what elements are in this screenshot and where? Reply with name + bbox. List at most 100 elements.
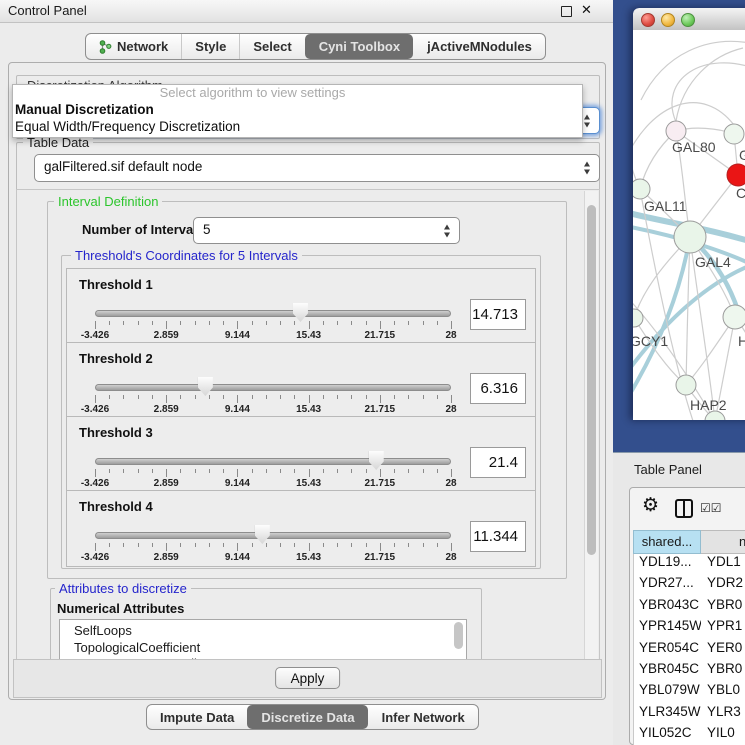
cell-shared-name: YBR043C bbox=[634, 597, 701, 618]
cell-shared-name: YLR345W bbox=[634, 704, 701, 725]
threshold-value-field[interactable] bbox=[470, 373, 526, 404]
threshold-panel: Threshold 4 -3.4262.8599.14415.4321.71528 bbox=[66, 490, 536, 567]
table-row[interactable]: YPR145WYPR1 bbox=[634, 618, 745, 639]
slider-thumb[interactable] bbox=[369, 451, 384, 470]
threshold-panel: Threshold 2-3.4262.8599.14415.4321.71528 bbox=[66, 342, 536, 419]
threshold-value-field[interactable] bbox=[470, 521, 526, 552]
cell-name: YBL0 bbox=[701, 682, 745, 703]
threshold-slider[interactable]: -3.4262.8599.14415.4321.71528 bbox=[95, 373, 451, 409]
threshold-label: Threshold 4 bbox=[79, 499, 153, 514]
close-traffic-light-icon[interactable] bbox=[641, 13, 655, 27]
table-panel-title: Table Panel bbox=[634, 462, 702, 477]
network-node-label: GCY1 bbox=[633, 333, 668, 349]
threshold-panel: Threshold 3-3.4262.8599.14415.4321.71528 bbox=[66, 416, 536, 493]
cell-shared-name: YDL19... bbox=[634, 554, 701, 575]
table-row[interactable]: YBL079WYBL0 bbox=[634, 682, 745, 703]
popup-option-manual-discretization[interactable]: Manual Discretization bbox=[13, 101, 582, 118]
combo-stepper-icon bbox=[583, 161, 592, 176]
network-edge[interactable] bbox=[686, 317, 735, 385]
close-icon[interactable]: ✕ bbox=[581, 2, 592, 18]
threshold-slider[interactable]: -3.4262.8599.14415.4321.71528 bbox=[95, 447, 451, 483]
network-edge[interactable] bbox=[672, 63, 745, 122]
attribute-item-selfloops[interactable]: SelfLoops bbox=[60, 623, 466, 640]
tab-label: Cyni Toolbox bbox=[319, 39, 400, 54]
slider-thumb[interactable] bbox=[198, 377, 213, 396]
table-row[interactable]: YBR043CYBR0 bbox=[634, 597, 745, 618]
settings-vertical-scrollbar[interactable] bbox=[584, 191, 598, 659]
slider-ticks bbox=[95, 395, 451, 404]
popup-items: Manual DiscretizationEqual Width/Frequen… bbox=[13, 101, 582, 135]
tab-infer-network[interactable]: Infer Network bbox=[368, 705, 478, 729]
network-node-label: HAP2 bbox=[690, 397, 727, 413]
network-window-titlebar bbox=[633, 8, 745, 31]
tab-jactivemnodules[interactable]: jActiveMNodules bbox=[413, 34, 545, 59]
network-node-ga[interactable] bbox=[724, 124, 744, 144]
tab-network[interactable]: Network bbox=[86, 34, 181, 59]
settings-scrollbar-thumb[interactable] bbox=[587, 205, 596, 555]
tab-select[interactable]: Select bbox=[239, 34, 304, 59]
network-node-hap2[interactable] bbox=[676, 375, 696, 395]
tab-label: Select bbox=[253, 39, 291, 54]
list-scrollbar-thumb[interactable] bbox=[454, 622, 463, 649]
slider-track[interactable] bbox=[95, 532, 451, 539]
number-of-intervals-value: 5 bbox=[203, 222, 211, 237]
table-panel: Table Panel ⚙ ☑☑ shared... n YDL19...YDL… bbox=[613, 452, 745, 745]
cell-name: YDL1 bbox=[701, 554, 745, 575]
attribute-items: SelfLoopsTopologicalCoefficientBetweenne… bbox=[60, 620, 466, 661]
table-data-group: Table Data galFiltered.sif default node bbox=[16, 142, 600, 191]
network-canvas[interactable]: GAL80GACGAL11GAL4GCY1HHAP2 bbox=[633, 30, 745, 420]
threshold-value-field[interactable] bbox=[470, 447, 526, 478]
minimize-traffic-light-icon[interactable] bbox=[661, 13, 675, 27]
table-row[interactable]: YLR345WYLR3 bbox=[634, 704, 745, 725]
split-columns-icon[interactable] bbox=[675, 499, 693, 518]
slider-thumb[interactable] bbox=[255, 525, 270, 544]
network-graph[interactable]: GAL80GACGAL11GAL4GCY1HHAP2 bbox=[633, 30, 745, 420]
slider-track[interactable] bbox=[95, 458, 451, 465]
attribute-item-topologicalcoefficient[interactable]: TopologicalCoefficient bbox=[60, 640, 466, 657]
float-window-icon[interactable] bbox=[561, 6, 572, 17]
network-node-c[interactable] bbox=[727, 164, 745, 186]
network-node-gal4[interactable] bbox=[674, 221, 706, 253]
number-of-intervals-combobox[interactable]: 5 bbox=[193, 217, 460, 244]
cyni-toolbox-content: Discretization Algorithm Table Data galF… bbox=[8, 62, 606, 700]
zoom-traffic-light-icon[interactable] bbox=[681, 13, 695, 27]
popup-option-equal-width-frequency-discretization[interactable]: Equal Width/Frequency Discretization bbox=[13, 118, 582, 135]
cell-shared-name: YER054C bbox=[634, 640, 701, 661]
network-node-gal11[interactable] bbox=[633, 179, 650, 199]
column-checkboxes-icon[interactable]: ☑☑ bbox=[700, 501, 722, 515]
attributes-group-title: Attributes to discretize bbox=[55, 581, 191, 596]
list-scrollbar[interactable] bbox=[453, 622, 464, 661]
threshold-value-field[interactable] bbox=[470, 299, 526, 330]
table-row[interactable]: YIL052CYIL0 bbox=[634, 725, 745, 745]
tab-cyni-toolbox[interactable]: Cyni Toolbox bbox=[305, 34, 413, 59]
table-data-combobox[interactable]: galFiltered.sif default node bbox=[34, 154, 600, 182]
numerical-attributes-list[interactable]: SelfLoopsTopologicalCoefficientBetweenne… bbox=[59, 619, 467, 661]
tab-impute-data[interactable]: Impute Data bbox=[147, 705, 247, 729]
tab-style[interactable]: Style bbox=[181, 34, 239, 59]
tab-discretize-data[interactable]: Discretize Data bbox=[247, 705, 367, 729]
column-header-shared-name[interactable]: shared... bbox=[633, 530, 701, 554]
settings-scrollpane: Interval Definition Number of Intervals … bbox=[16, 189, 600, 661]
table-row[interactable]: YER054CYER0 bbox=[634, 640, 745, 661]
column-header-name[interactable]: n bbox=[701, 530, 745, 554]
table-row[interactable]: YDR27...YDR2 bbox=[634, 575, 745, 596]
network-node-gcy1[interactable] bbox=[633, 309, 643, 327]
slider-track[interactable] bbox=[95, 384, 451, 391]
network-node-gal80[interactable] bbox=[666, 121, 686, 141]
apply-button[interactable]: Apply bbox=[275, 667, 341, 689]
network-edge[interactable] bbox=[676, 48, 743, 121]
threshold-label: Threshold 1 bbox=[79, 277, 153, 292]
control-panel-titlebar: Control Panel ✕ bbox=[0, 0, 613, 23]
network-node-h[interactable] bbox=[723, 305, 745, 329]
threshold-slider[interactable]: -3.4262.8599.14415.4321.71528 bbox=[95, 521, 451, 557]
table-row[interactable]: YDL19...YDL1 bbox=[634, 554, 745, 575]
network-node-label: H bbox=[738, 333, 745, 349]
numerical-attributes-label: Numerical Attributes bbox=[57, 601, 184, 616]
threshold-slider[interactable]: -3.4262.8599.14415.4321.71528 bbox=[95, 299, 451, 335]
interval-definition-title: Interval Definition bbox=[54, 194, 162, 209]
cell-name: YDR2 bbox=[701, 575, 745, 596]
slider-thumb[interactable] bbox=[293, 303, 308, 322]
gear-icon[interactable]: ⚙ bbox=[642, 494, 659, 517]
table-row[interactable]: YBR045CYBR0 bbox=[634, 661, 745, 682]
slider-track[interactable] bbox=[95, 310, 451, 317]
